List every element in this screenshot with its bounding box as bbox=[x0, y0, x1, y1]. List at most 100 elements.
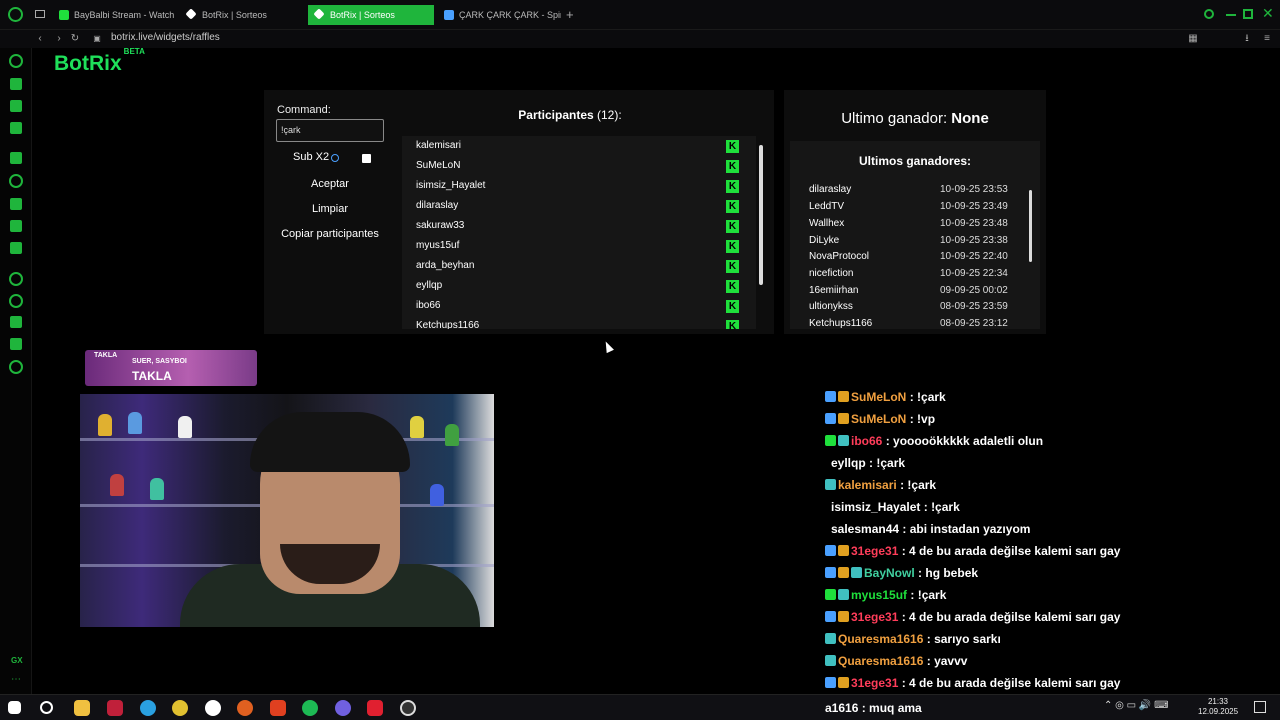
recent-winners-list[interactable]: dilaraslay 10-09-25 23:53 LeddTV 10-09-25 … bbox=[790, 141, 1040, 329]
opera-gx-taskbar-icon[interactable] bbox=[107, 700, 123, 716]
more-icon[interactable]: ⋯ bbox=[11, 674, 21, 685]
search-icon[interactable] bbox=[40, 701, 53, 714]
taskbar: a1616 : muq ama ⌃ ◎ ▭ 🔊 ⌨ bbox=[0, 694, 1280, 720]
figure bbox=[128, 412, 142, 434]
kick-sidebar-icon[interactable] bbox=[10, 152, 22, 164]
chrome-icon[interactable] bbox=[172, 700, 188, 716]
yandex-icon[interactable] bbox=[205, 700, 221, 716]
participant-name: kalemisari bbox=[416, 140, 462, 151]
botrix-logo[interactable]: BotRixBETA bbox=[54, 47, 145, 76]
winners-scrollbar[interactable] bbox=[1029, 190, 1032, 262]
badge-icon bbox=[825, 677, 836, 688]
reload-icon[interactable]: ↻ bbox=[68, 32, 82, 46]
command-input[interactable]: !çark bbox=[276, 119, 384, 142]
chat-message: 31ege31 : 4 de bu arada değilse kalemi s… bbox=[825, 676, 1120, 694]
tab-bar: BayBalbi Stream - Watch BotRix | Sorteos… bbox=[0, 0, 1280, 30]
clear-button[interactable]: Limpiar bbox=[276, 199, 384, 219]
system-clock[interactable]: 21:33 12.09.2025 bbox=[1198, 697, 1238, 717]
badge-icon bbox=[838, 545, 849, 556]
sub-x2-checkbox[interactable] bbox=[362, 154, 371, 163]
whatsapp-icon[interactable] bbox=[9, 174, 23, 188]
chat-text: : !çark bbox=[900, 478, 937, 492]
file-explorer-icon[interactable] bbox=[74, 700, 90, 716]
download-icon[interactable]: ⭳ bbox=[1240, 32, 1254, 46]
badge-icon bbox=[838, 567, 849, 578]
chat-message: eyllqp : !çark bbox=[831, 456, 905, 476]
chat-user: eyllqp bbox=[831, 456, 866, 470]
chat-user: Quaresma1616 bbox=[838, 654, 924, 668]
tray-icons[interactable]: ⌃ ◎ ▭ 🔊 ⌨ bbox=[1104, 700, 1169, 711]
participants-list[interactable]: kalemisari K SuMeLoN K isimsiz_Hayalet K di… bbox=[402, 136, 756, 329]
notification-icon[interactable] bbox=[1254, 701, 1266, 713]
address-bar: ‹ › ↻ ▣ botrix.live/widgets/raffles ▦ ⭳ … bbox=[0, 30, 1280, 48]
messenger-icon[interactable] bbox=[10, 122, 22, 134]
winner-name: DiLyke bbox=[809, 235, 840, 246]
search-icon[interactable] bbox=[1204, 9, 1214, 19]
menu-icon[interactable]: ≡ bbox=[1260, 32, 1274, 46]
maximize-button[interactable] bbox=[1243, 9, 1253, 19]
participant-name: isimsiz_Hayalet bbox=[416, 180, 486, 191]
windows-start-icon[interactable] bbox=[8, 701, 21, 714]
forward-icon[interactable]: › bbox=[52, 32, 66, 46]
downloads-icon[interactable] bbox=[10, 316, 22, 328]
edge-icon[interactable] bbox=[140, 700, 156, 716]
copy-participants-button[interactable]: Copiar participantes bbox=[276, 224, 384, 244]
badge-icon bbox=[825, 391, 836, 402]
winner-name: LeddTV bbox=[809, 201, 845, 212]
opera-gx-logo-icon[interactable] bbox=[8, 7, 23, 22]
sub-x2-label: Sub X2 bbox=[293, 151, 330, 163]
discord-icon[interactable] bbox=[10, 100, 22, 112]
participants-scrollbar[interactable] bbox=[759, 145, 763, 285]
beta-badge: BETA bbox=[123, 47, 145, 56]
accept-button[interactable]: Aceptar bbox=[276, 174, 384, 194]
new-tab-button[interactable]: + bbox=[566, 7, 574, 22]
twitch-icon[interactable] bbox=[10, 78, 22, 90]
discord-taskbar-icon[interactable] bbox=[335, 700, 351, 716]
player-icon[interactable] bbox=[9, 272, 23, 286]
tab-botrix-1[interactable]: BotRix | Sorteos bbox=[180, 5, 302, 25]
hair bbox=[250, 412, 410, 472]
winner-date: 10-09-25 22:40 bbox=[940, 251, 1008, 262]
brave-icon[interactable] bbox=[270, 700, 286, 716]
obs-icon[interactable] bbox=[400, 700, 416, 716]
participant-name: ibo66 bbox=[416, 300, 441, 311]
back-icon[interactable]: ‹ bbox=[33, 32, 47, 46]
firefox-icon[interactable] bbox=[237, 700, 253, 716]
wheel-icon bbox=[444, 10, 454, 20]
info-icon[interactable] bbox=[331, 154, 339, 162]
tiktok-icon[interactable] bbox=[10, 220, 22, 232]
minimize-button[interactable] bbox=[1226, 14, 1236, 16]
extensions-sidebar-icon[interactable] bbox=[10, 338, 22, 350]
tab-botrix-2[interactable]: BotRix | Sorteos bbox=[308, 5, 434, 25]
close-button[interactable]: ✕ bbox=[1262, 5, 1274, 22]
figure bbox=[430, 484, 444, 506]
workspaces-icon[interactable] bbox=[35, 10, 45, 18]
x-icon[interactable] bbox=[10, 242, 22, 254]
winner-date: 10-09-25 23:53 bbox=[940, 184, 1008, 195]
kick-icon: K bbox=[726, 260, 739, 273]
settings-icon[interactable] bbox=[9, 360, 23, 374]
url-field[interactable]: botrix.live/widgets/raffles bbox=[111, 32, 220, 43]
chat-message: 31ege31 : 4 de bu arada değilse kalemi s… bbox=[825, 610, 1120, 630]
winner-date: 10-09-25 23:48 bbox=[940, 218, 1008, 229]
figure bbox=[150, 478, 164, 500]
tab-cark[interactable]: ÇARK ÇARK ÇARK - Spin bbox=[437, 5, 561, 25]
chat-text: : 4 de bu arada değilse kalemi sarı gay bbox=[901, 544, 1121, 558]
chat-message: isimsiz_Hayalet : !çark bbox=[831, 500, 960, 520]
chat-user: kalemisari bbox=[838, 478, 897, 492]
chat-text: : !vp bbox=[909, 412, 936, 426]
instagram-icon[interactable] bbox=[10, 198, 22, 210]
tab-baybalbi[interactable]: BayBalbi Stream - Watch bbox=[52, 5, 174, 25]
app-icon[interactable] bbox=[367, 700, 383, 716]
kick-icon: K bbox=[726, 300, 739, 313]
badge-icon bbox=[838, 611, 849, 622]
badge-icon bbox=[825, 633, 836, 644]
spotify-icon[interactable] bbox=[302, 700, 318, 716]
winner-date: 08-09-25 23:12 bbox=[940, 318, 1008, 329]
participant-name: SuMeLoN bbox=[416, 160, 461, 171]
chat-message: SuMeLoN : !çark bbox=[825, 390, 946, 410]
extensions-icon[interactable]: ▦ bbox=[1186, 32, 1200, 46]
history-icon[interactable] bbox=[9, 294, 23, 308]
gx-corner-icon[interactable] bbox=[9, 54, 23, 68]
botrix-icon bbox=[313, 8, 325, 20]
